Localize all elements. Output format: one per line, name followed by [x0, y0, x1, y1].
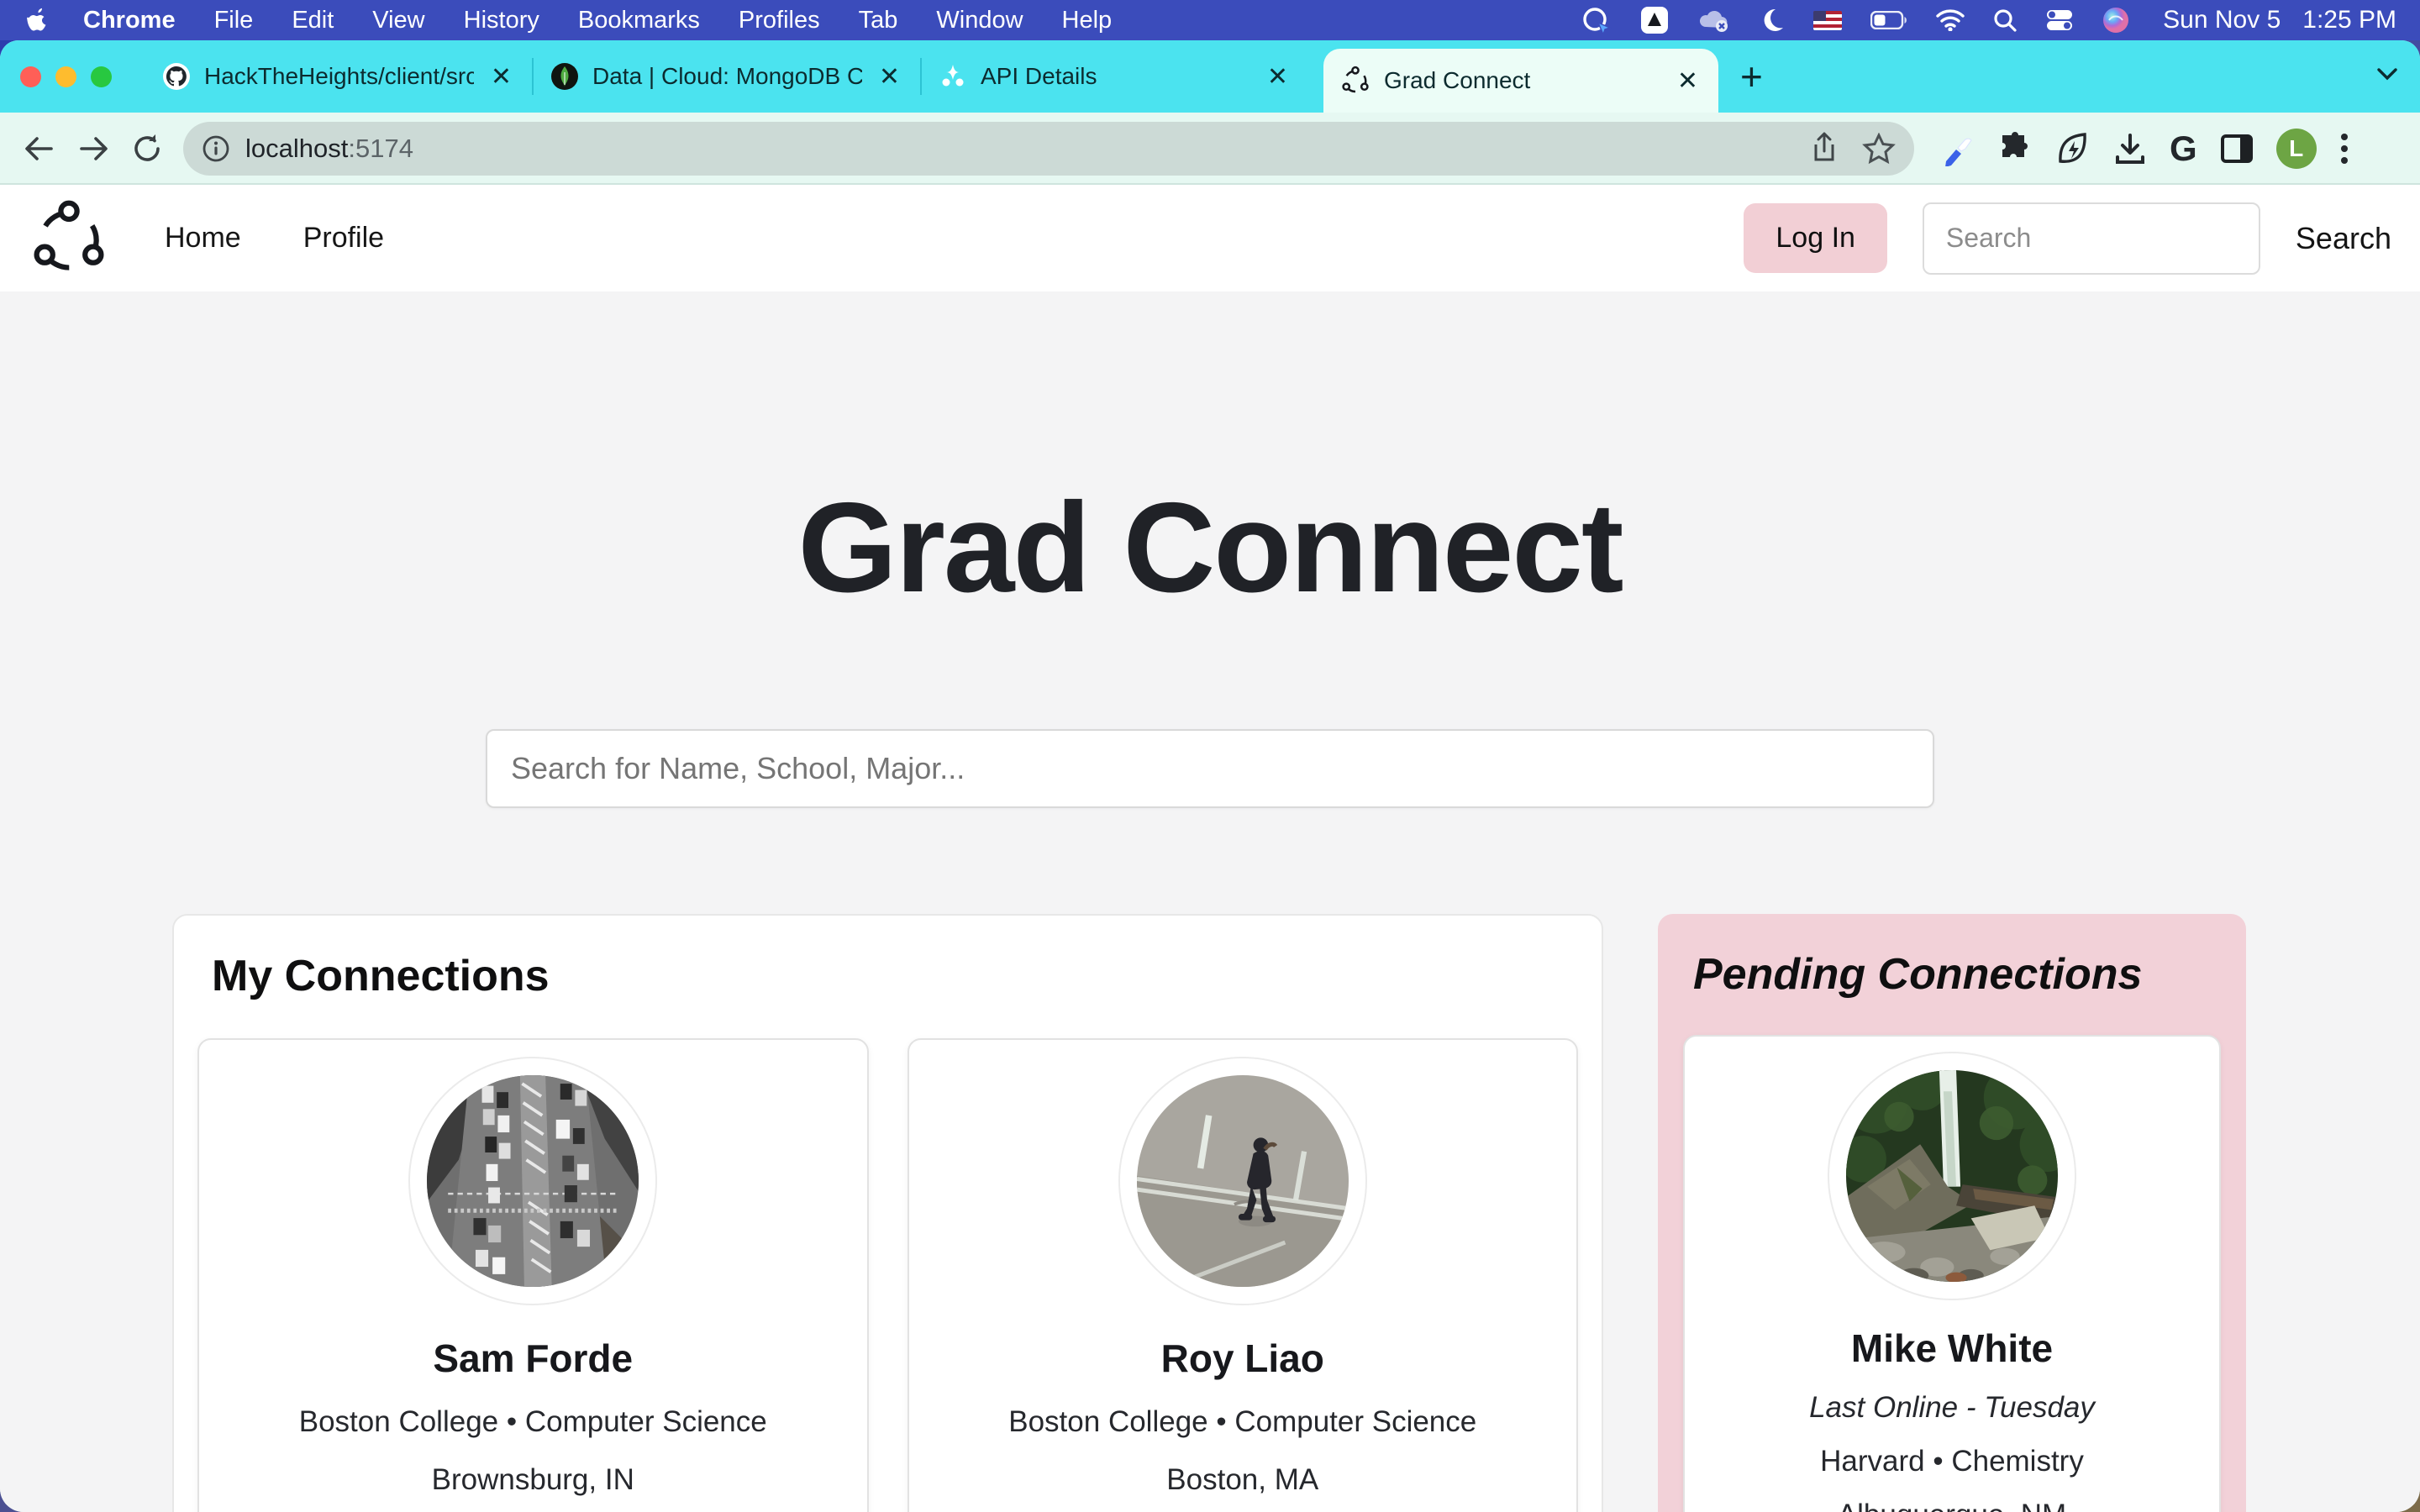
connection-school-major: Boston College • Computer Science — [199, 1405, 867, 1439]
cloud-sync-off-icon[interactable] — [1697, 7, 1731, 34]
apple-logo-icon[interactable] — [24, 8, 52, 33]
tab-grad-connect-active[interactable]: Grad Connect ✕ — [1323, 49, 1718, 113]
close-tab-icon[interactable]: ✕ — [1674, 66, 1702, 96]
avatar — [408, 1057, 657, 1305]
page-title: Grad Connect — [0, 475, 2420, 622]
eyedropper-extension-icon[interactable] — [1941, 131, 1975, 166]
menu-item-history[interactable]: History — [445, 7, 559, 34]
address-bar[interactable]: localhost:5174 — [183, 122, 1914, 176]
chrome-window: HackTheHeights/client/src/Ap ✕ Data | Cl… — [0, 40, 2420, 1512]
tab-api-details[interactable]: API Details ✕ — [922, 40, 1308, 113]
google-extension-icon[interactable]: G — [2170, 129, 2197, 169]
menu-item-view[interactable]: View — [353, 7, 444, 34]
close-tab-icon[interactable]: ✕ — [876, 62, 903, 92]
input-source-flag-icon[interactable] — [1813, 11, 1842, 30]
nav-link-profile[interactable]: Profile — [303, 222, 384, 255]
extensions-puzzle-icon[interactable] — [1997, 131, 2033, 166]
avatar — [1118, 1057, 1367, 1305]
tab-title: API Details — [981, 63, 1250, 90]
launcher-app-icon[interactable] — [1640, 6, 1669, 34]
connection-location: Boston, MA — [909, 1463, 1577, 1497]
street-pedestrian-photo — [1137, 1075, 1349, 1287]
site-header: Home Profile Log In Search — [0, 185, 2420, 291]
menu-item-window[interactable]: Window — [917, 7, 1042, 34]
github-icon — [162, 62, 191, 91]
connection-last-online: Last Online - Tuesday — [1685, 1391, 2219, 1425]
forward-button[interactable] — [69, 124, 118, 173]
side-panel-icon[interactable] — [2220, 134, 2254, 164]
screen-share-icon[interactable] — [1581, 6, 1612, 34]
page-content: Home Profile Log In Search Grad Connect … — [0, 185, 2420, 1512]
menu-item-chrome[interactable]: Chrome — [64, 7, 195, 34]
menu-clock-date[interactable]: Sun Nov 5 — [2163, 6, 2281, 34]
zoom-window-button[interactable] — [91, 66, 112, 87]
tab-search-chevron-icon[interactable] — [2375, 66, 2400, 87]
mongodb-icon — [550, 62, 579, 91]
header-search-input[interactable] — [1923, 202, 2260, 275]
close-tab-icon[interactable]: ✕ — [487, 62, 515, 92]
url-text[interactable]: localhost:5174 — [245, 134, 413, 164]
bookmark-star-icon[interactable] — [1862, 133, 1896, 165]
focus-moon-icon[interactable] — [1760, 8, 1785, 33]
share-icon[interactable] — [1810, 132, 1839, 165]
spotlight-search-icon[interactable] — [1993, 8, 2017, 32]
menu-clock-time: 1:25 PM — [2302, 6, 2396, 34]
tab-title: Grad Connect — [1384, 67, 1660, 94]
connection-name: Roy Liao — [909, 1336, 1577, 1381]
pending-connections-panel: Pending Connections Mike White Last Onli… — [1658, 914, 2246, 1512]
api-sparkle-icon — [939, 62, 967, 91]
grad-connect-icon — [1340, 66, 1370, 96]
grad-connect-logo-icon[interactable] — [29, 198, 109, 279]
my-connections-panel: My Connections Sam Forde Boston College … — [172, 914, 1603, 1512]
menu-item-bookmarks[interactable]: Bookmarks — [559, 7, 719, 34]
tab-title: Data | Cloud: MongoDB Cloud — [592, 63, 862, 90]
avatar — [1828, 1052, 2076, 1300]
connection-location: Brownsburg, IN — [199, 1463, 867, 1497]
my-connections-title: My Connections — [212, 951, 1602, 1001]
header-search-button[interactable]: Search — [2296, 221, 2391, 256]
battery-icon[interactable] — [1870, 11, 1907, 29]
connection-school-major: Harvard • Chemistry — [1685, 1445, 2219, 1478]
tab-mongodb[interactable]: Data | Cloud: MongoDB Cloud ✕ — [534, 40, 920, 113]
tab-hacktheheights[interactable]: HackTheHeights/client/src/Ap ✕ — [145, 40, 532, 113]
minimize-window-button[interactable] — [55, 66, 76, 87]
kebab-menu-icon[interactable] — [2339, 131, 2349, 166]
nav-link-home[interactable]: Home — [165, 222, 241, 255]
site-info-icon[interactable] — [202, 134, 230, 163]
menu-item-edit[interactable]: Edit — [272, 7, 353, 34]
connection-name: Mike White — [1685, 1326, 2219, 1371]
close-tab-icon[interactable]: ✕ — [1264, 62, 1292, 92]
menu-item-help[interactable]: Help — [1043, 7, 1132, 34]
connection-card-sam-forde[interactable]: Sam Forde Boston College • Computer Scie… — [197, 1038, 869, 1512]
macos-menu-bar: Chrome File Edit View History Bookmarks … — [0, 0, 2420, 40]
wifi-icon[interactable] — [1936, 9, 1965, 31]
reload-button[interactable] — [123, 124, 171, 173]
energy-leaf-extension-icon[interactable] — [2055, 131, 2091, 166]
control-center-icon[interactable] — [2045, 9, 2074, 31]
new-tab-button[interactable]: + — [1718, 54, 1785, 99]
aerial-highway-photo — [427, 1075, 639, 1287]
close-window-button[interactable] — [20, 66, 41, 87]
pending-connections-title: Pending Connections — [1693, 949, 2246, 1000]
forest-waterfall-photo — [1846, 1070, 2058, 1282]
download-icon[interactable] — [2113, 132, 2147, 165]
connection-name: Sam Forde — [199, 1336, 867, 1381]
siri-icon[interactable] — [2102, 7, 2129, 34]
profile-avatar[interactable]: L — [2276, 129, 2317, 169]
chrome-toolbar: localhost:5174 G L — [0, 113, 2420, 185]
connection-location: Albuquerque, NM — [1685, 1499, 2219, 1512]
log-in-button[interactable]: Log In — [1744, 203, 1887, 273]
pending-card-mike-white[interactable]: Mike White Last Online - Tuesday Harvard… — [1683, 1035, 2221, 1512]
connection-card-roy-liao[interactable]: Roy Liao Boston College • Computer Scien… — [908, 1038, 1579, 1512]
menu-item-tab[interactable]: Tab — [839, 7, 918, 34]
connection-school-major: Boston College • Computer Science — [909, 1405, 1577, 1439]
main-search-input[interactable] — [486, 729, 1934, 808]
back-button[interactable] — [15, 124, 64, 173]
tab-title: HackTheHeights/client/src/Ap — [204, 63, 474, 90]
menu-item-file[interactable]: File — [195, 7, 273, 34]
menu-item-profiles[interactable]: Profiles — [719, 7, 839, 34]
chrome-tab-strip: HackTheHeights/client/src/Ap ✕ Data | Cl… — [0, 40, 2420, 113]
